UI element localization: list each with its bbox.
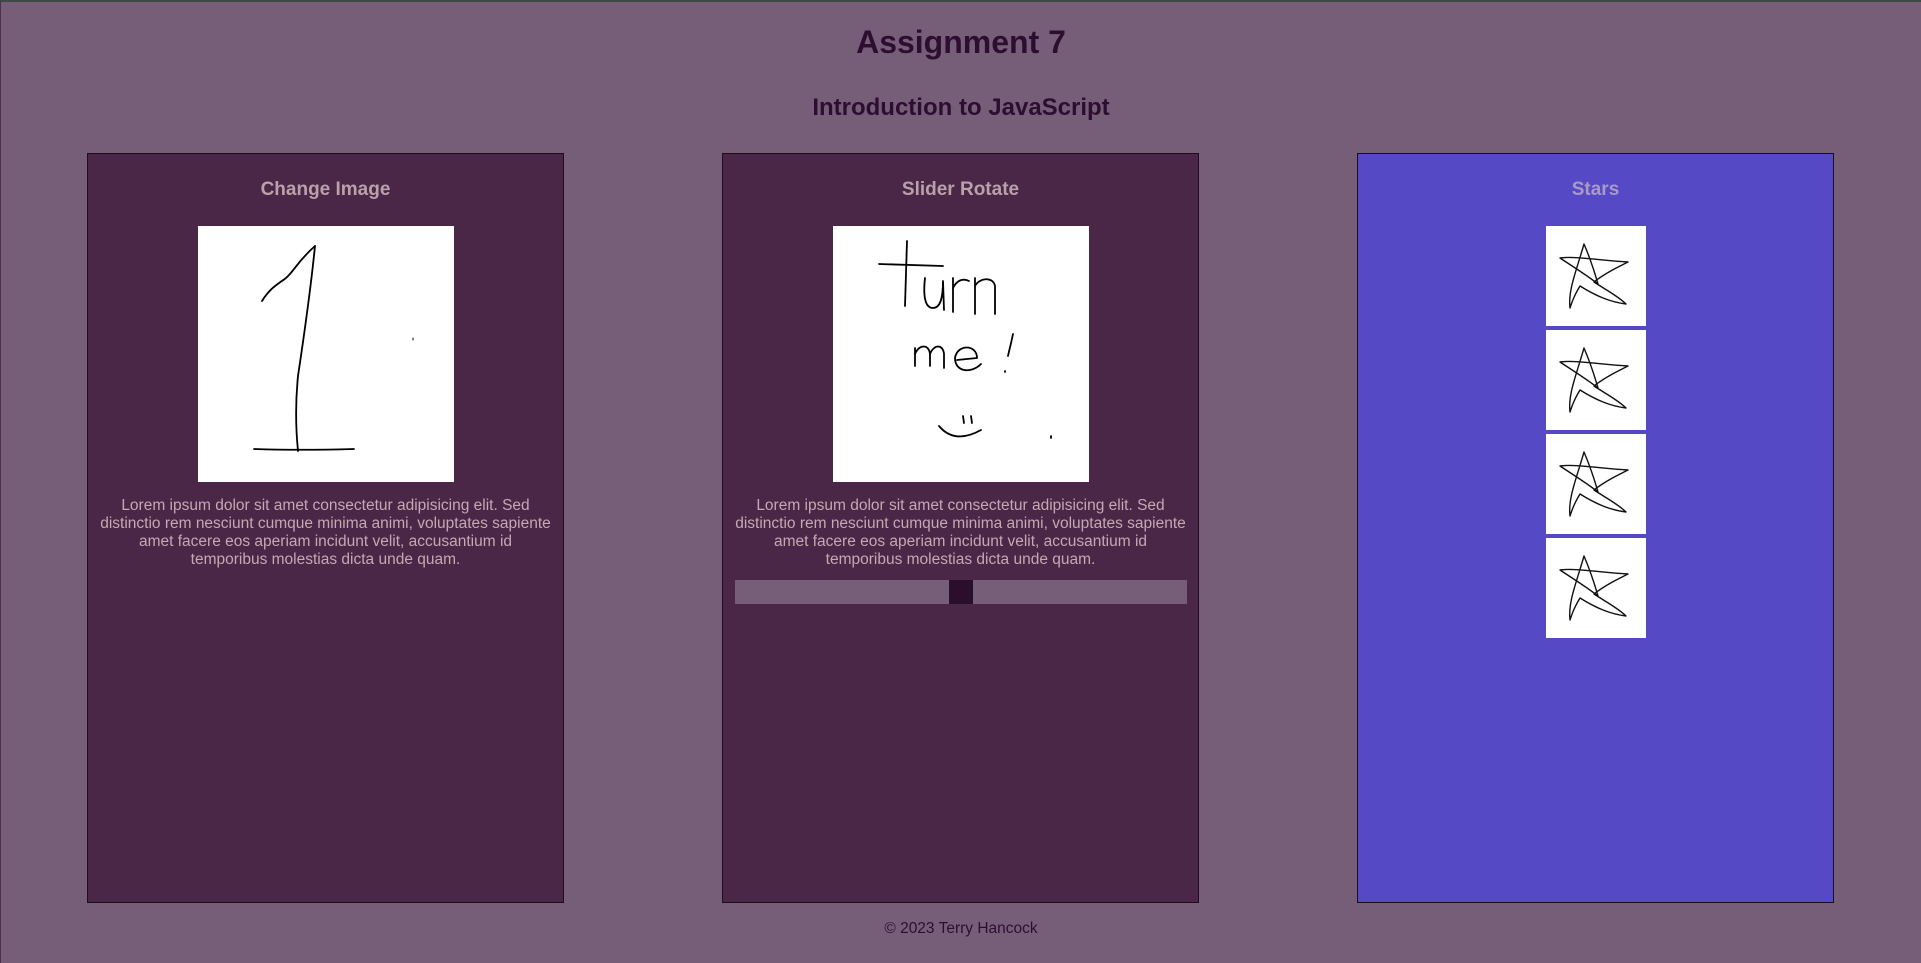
change-image-panel: Change Image Lorem ipsum dolor sit amet … xyxy=(87,153,564,903)
star-icon xyxy=(1559,243,1629,309)
panel-description: Lorem ipsum dolor sit amet consectetur a… xyxy=(100,497,551,568)
turn-me-image xyxy=(833,226,1089,482)
star-icon xyxy=(1559,555,1629,621)
star-icon xyxy=(1559,347,1629,413)
star-tile[interactable] xyxy=(1546,434,1646,534)
star-tile[interactable] xyxy=(1546,330,1646,430)
star-tile[interactable] xyxy=(1546,538,1646,638)
panel-heading: Stars xyxy=(1571,179,1620,200)
star-tile[interactable] xyxy=(1546,226,1646,326)
page-subtitle: Introduction to JavaScript xyxy=(812,94,1110,121)
panel-heading: Slider Rotate xyxy=(901,179,1020,200)
panel-description: Lorem ipsum dolor sit amet consectetur a… xyxy=(735,497,1186,568)
number-one-image[interactable] xyxy=(198,226,454,482)
page-title: Assignment 7 xyxy=(856,24,1066,60)
star-icon xyxy=(1559,451,1629,517)
drawing-turn-me-icon xyxy=(878,240,1052,439)
slider-thumb[interactable] xyxy=(949,580,973,604)
panel-heading: Change Image xyxy=(260,179,391,200)
rotate-slider[interactable] xyxy=(735,580,1187,604)
stars-panel: Stars xyxy=(1357,153,1834,903)
footer-copyright: © 2023 Terry Hancock xyxy=(884,920,1038,937)
slider-rotate-panel: Slider Rotate Lorem ipsum dolor sit amet… xyxy=(722,153,1199,903)
drawing-number-one-icon xyxy=(253,245,414,452)
